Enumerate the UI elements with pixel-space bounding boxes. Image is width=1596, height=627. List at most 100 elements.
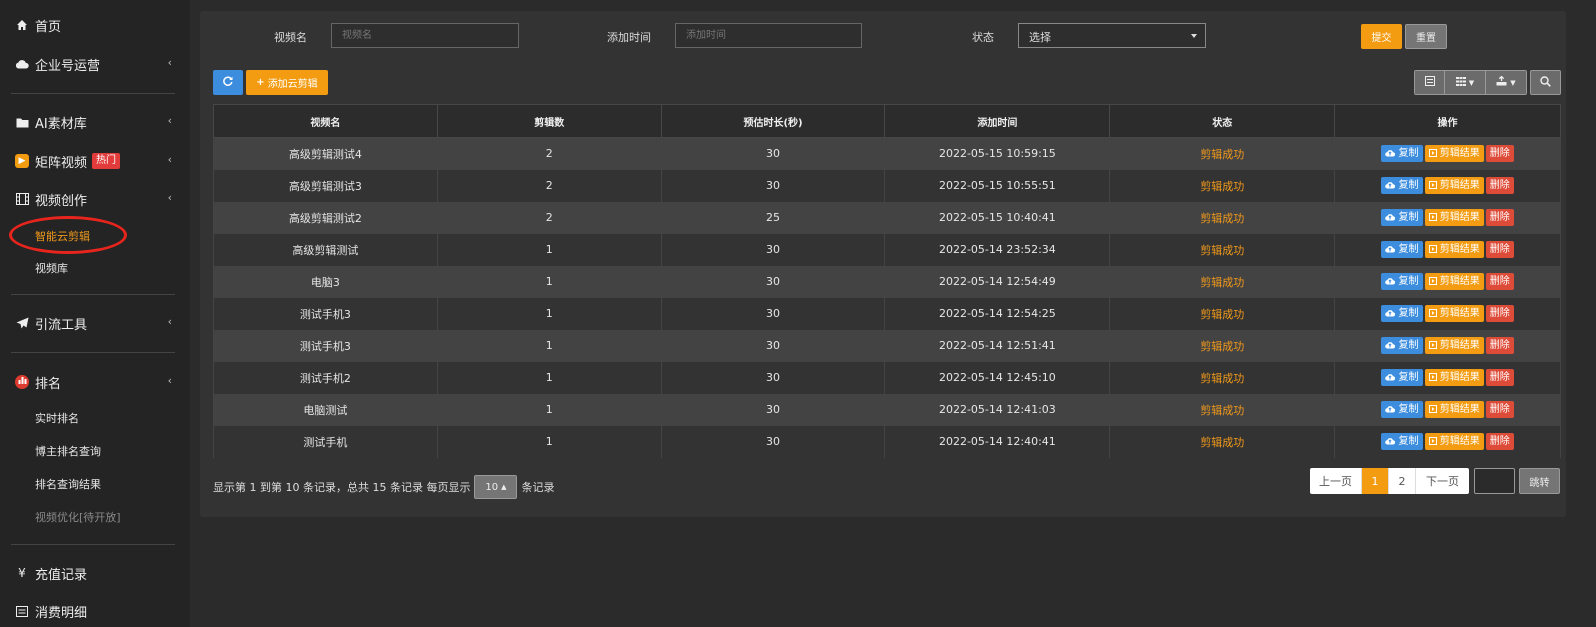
- status-cell: 剪辑成功: [1109, 169, 1336, 202]
- chevron-left-icon: ‹: [167, 374, 172, 387]
- duration-cell: 30: [660, 265, 886, 298]
- delete-button[interactable]: 删除: [1485, 177, 1514, 194]
- table-header-row: 视频名 剪辑数 预估时长(秒) 添加时间 状态 操作: [213, 104, 1561, 138]
- page-1-button[interactable]: 1: [1362, 468, 1389, 494]
- edit-result-button[interactable]: 剪辑结果: [1424, 369, 1484, 386]
- sidebar-item-recharge[interactable]: ¥ 充值记录: [14, 563, 180, 583]
- delete-button[interactable]: 删除: [1485, 401, 1514, 418]
- copy-button[interactable]: 复制: [1381, 433, 1423, 450]
- copy-button[interactable]: 复制: [1381, 305, 1423, 322]
- delete-button[interactable]: 删除: [1485, 369, 1514, 386]
- play-square-icon: [1428, 148, 1437, 159]
- sidebar-item-matrix-video[interactable]: ▶ 矩阵视频 热门 ‹: [14, 151, 180, 171]
- sidebar-item-home[interactable]: 首页: [14, 15, 180, 35]
- page-2-button[interactable]: 2: [1389, 468, 1416, 494]
- column-header[interactable]: 操作: [1334, 104, 1561, 138]
- column-header[interactable]: 添加时间: [884, 104, 1111, 138]
- copy-button[interactable]: 复制: [1381, 145, 1423, 163]
- jump-button[interactable]: 跳转: [1519, 468, 1560, 494]
- submit-button[interactable]: 提交: [1361, 24, 1402, 49]
- sidebar-item-label: 引流工具: [35, 317, 88, 333]
- copy-button[interactable]: 复制: [1381, 401, 1423, 418]
- delete-button[interactable]: 删除: [1485, 145, 1514, 163]
- copy-label: 复制: [1398, 180, 1419, 191]
- edit-result-button[interactable]: 剪辑结果: [1424, 273, 1484, 290]
- cloud-upload-icon: [1385, 276, 1396, 287]
- table-row: 电脑测试 1 30 2022-05-14 12:41:03 剪辑成功 复制 剪辑结果 删除: [213, 393, 1561, 426]
- sidebar-divider: [11, 352, 175, 353]
- edit-result-button[interactable]: 剪辑结果: [1424, 401, 1484, 418]
- cloud-edit-table: 视频名 剪辑数 预估时长(秒) 添加时间 状态 操作 高级剪辑测试4 2 30 202…: [213, 104, 1561, 458]
- sidebar-item-traffic-tools[interactable]: 引流工具 ‹: [14, 313, 180, 333]
- edit-result-button[interactable]: 剪辑结果: [1424, 337, 1484, 354]
- edit-result-label: 剪辑结果: [1439, 180, 1480, 191]
- delete-button[interactable]: 删除: [1485, 305, 1514, 322]
- column-header[interactable]: 视频名: [213, 104, 438, 138]
- delete-button[interactable]: 删除: [1485, 433, 1514, 450]
- duration-cell: 30: [660, 425, 886, 458]
- search-button[interactable]: [1530, 70, 1561, 95]
- copy-label: 复制: [1398, 436, 1419, 447]
- jump-page-input[interactable]: [1474, 468, 1515, 494]
- add-cloud-edit-button[interactable]: + 添加云剪辑: [246, 70, 328, 95]
- sidebar-item-consume-detail[interactable]: 消费明细: [14, 601, 180, 621]
- sidebar-subitem-video-library[interactable]: 视频库: [35, 260, 68, 278]
- sidebar-item-video-creation[interactable]: 视频创作 ‹: [14, 189, 180, 209]
- prev-page-button[interactable]: 上一页: [1310, 468, 1362, 494]
- copy-button[interactable]: 复制: [1381, 369, 1423, 386]
- cloud-upload-icon: [1385, 308, 1396, 319]
- search-icon: [1540, 75, 1551, 90]
- delete-button[interactable]: 删除: [1485, 337, 1514, 354]
- sidebar-subitem-rank-query-result[interactable]: 排名查询结果: [35, 476, 101, 494]
- clip-count-cell: 1: [436, 297, 662, 330]
- next-page-button[interactable]: 下一页: [1416, 468, 1469, 494]
- table-row: 高级剪辑测试3 2 30 2022-05-15 10:55:51 剪辑成功 复制 剪辑结…: [213, 169, 1561, 202]
- cloud-upload-icon: [1385, 372, 1396, 383]
- folder-icon: [14, 117, 30, 128]
- copy-button[interactable]: 复制: [1381, 177, 1423, 194]
- edit-result-button[interactable]: 剪辑结果: [1424, 305, 1484, 322]
- column-header[interactable]: 预估时长(秒): [660, 104, 886, 138]
- records-suffix: 条记录: [521, 481, 555, 494]
- sidebar-subitem-blogger-rank-query[interactable]: 博主排名查询: [35, 443, 101, 461]
- play-square-icon: [1428, 340, 1437, 351]
- columns-button[interactable]: ▼: [1445, 71, 1486, 94]
- column-header[interactable]: 状态: [1109, 104, 1336, 138]
- page-size-select[interactable]: 10 ▲: [474, 475, 518, 499]
- copy-button[interactable]: 复制: [1381, 241, 1423, 258]
- edit-result-button[interactable]: 剪辑结果: [1424, 241, 1484, 258]
- sidebar-item-enterprise[interactable]: 企业号运营 ‹: [14, 54, 180, 74]
- delete-button[interactable]: 删除: [1485, 241, 1514, 258]
- sidebar-item-ai-library[interactable]: AI素材库 ‹: [14, 112, 180, 132]
- export-button[interactable]: ▼: [1486, 71, 1526, 94]
- clip-count-cell: 1: [436, 265, 662, 298]
- delete-button[interactable]: 删除: [1485, 273, 1514, 290]
- toggle-view-button[interactable]: [1415, 71, 1445, 94]
- sidebar-item-ranking[interactable]: 排名 ‹: [14, 372, 180, 392]
- reset-button[interactable]: 重置: [1405, 24, 1447, 49]
- highlight-ellipse: [9, 216, 127, 254]
- edit-result-button[interactable]: 剪辑结果: [1424, 145, 1484, 163]
- actions-cell: 复制 剪辑结果 删除: [1334, 265, 1561, 298]
- copy-button[interactable]: 复制: [1381, 337, 1423, 354]
- refresh-button[interactable]: [213, 70, 243, 95]
- status-cell: 剪辑成功: [1109, 329, 1336, 362]
- edit-result-button[interactable]: 剪辑结果: [1424, 433, 1484, 450]
- duration-cell: 30: [660, 233, 886, 266]
- home-icon: [14, 19, 30, 31]
- edit-result-button[interactable]: 剪辑结果: [1424, 209, 1484, 226]
- delete-button[interactable]: 删除: [1485, 209, 1514, 226]
- copy-button[interactable]: 复制: [1381, 209, 1423, 226]
- column-header[interactable]: 剪辑数: [436, 104, 662, 138]
- copy-button[interactable]: 复制: [1381, 273, 1423, 290]
- edit-result-button[interactable]: 剪辑结果: [1424, 177, 1484, 194]
- page-size-value: 10: [485, 481, 499, 493]
- status-cell: 剪辑成功: [1109, 297, 1336, 330]
- actions-cell: 复制 剪辑结果 删除: [1334, 169, 1561, 202]
- sidebar-subitem-realtime-rank[interactable]: 实时排名: [35, 410, 79, 428]
- status-select[interactable]: 选择: [1018, 23, 1206, 48]
- pagination-info: 显示第 1 到第 10 条记录，总共 15 条记录 每页显示 10 ▲ 条记录: [213, 475, 554, 499]
- video-name-input[interactable]: [331, 23, 519, 48]
- add-time-input[interactable]: [675, 23, 862, 48]
- duration-cell: 25: [660, 201, 886, 234]
